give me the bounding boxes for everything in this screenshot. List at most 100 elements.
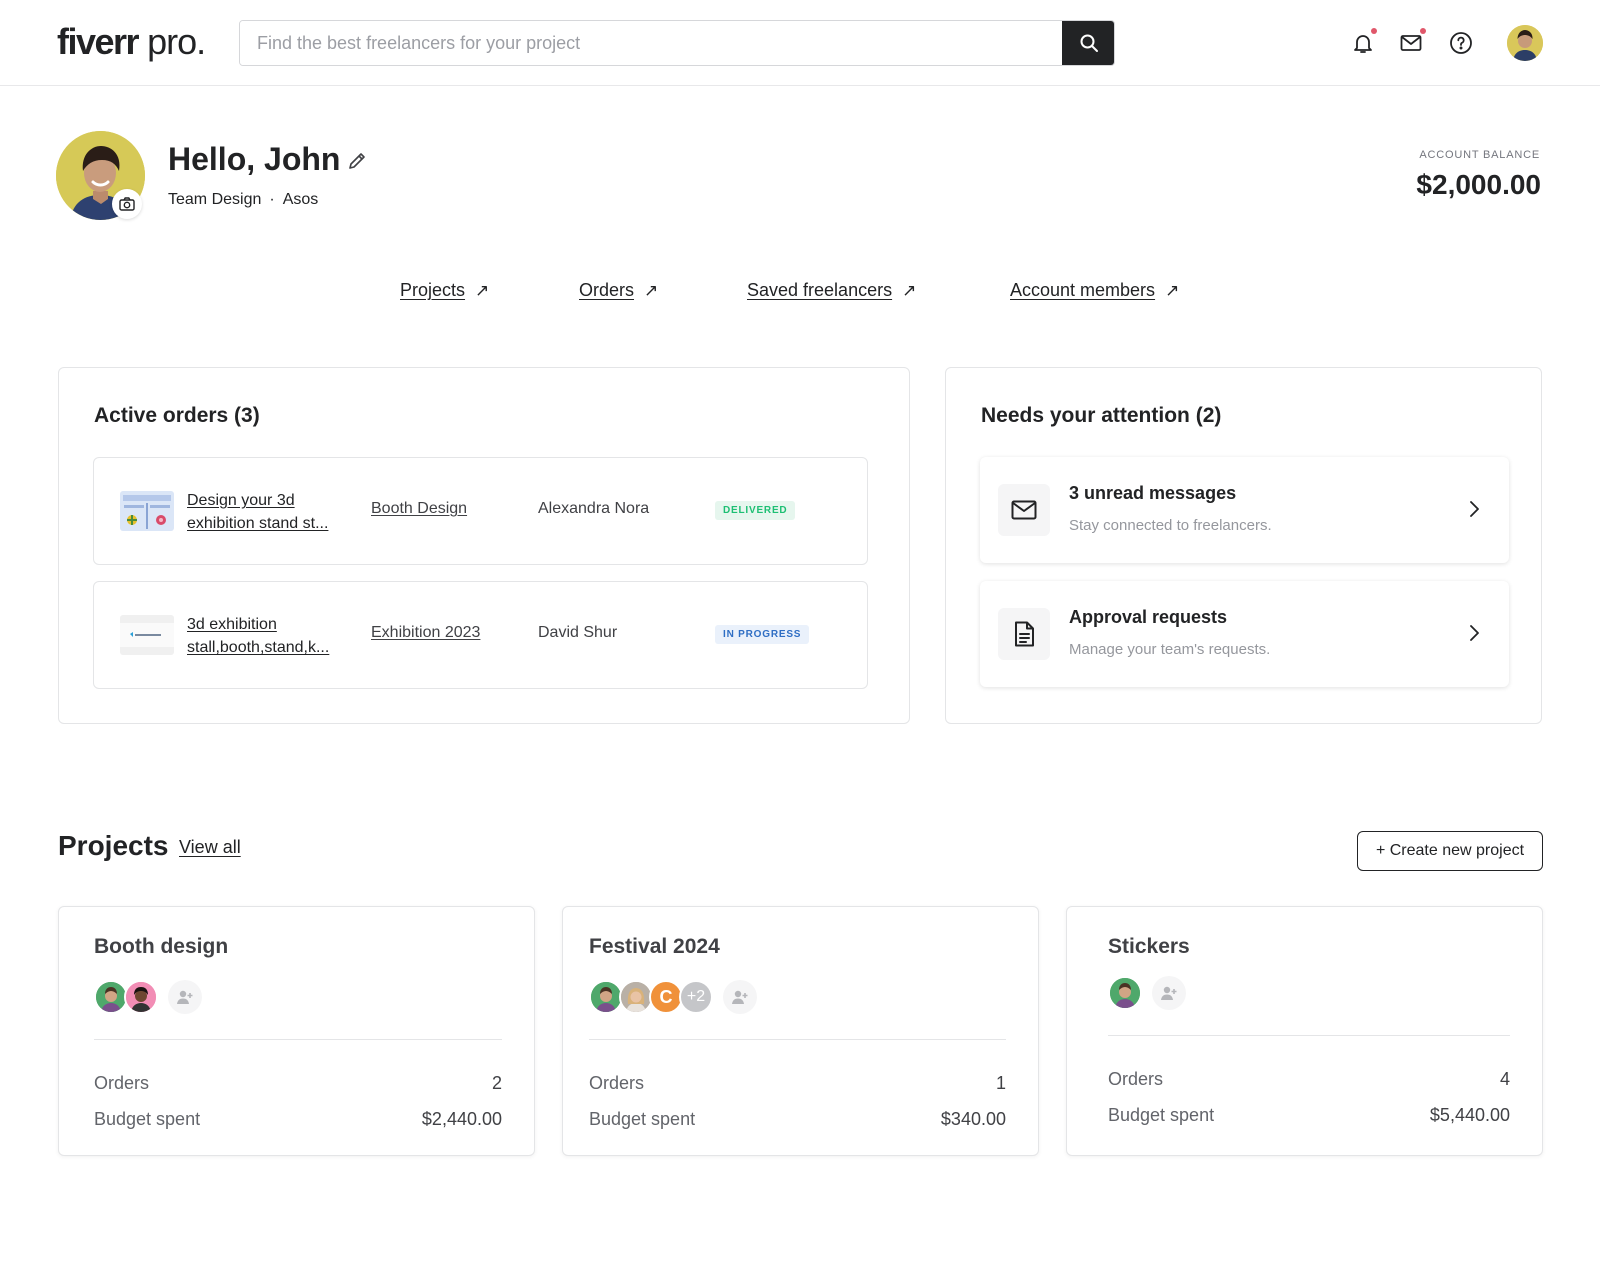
search-bar: [239, 20, 1115, 66]
envelope-icon: [1011, 500, 1037, 520]
greeting-title: Hello, John: [168, 141, 341, 177]
project-card-booth-design[interactable]: Booth design Orders 2 Budget spent $2,44…: [58, 906, 535, 1156]
unread-messages-item[interactable]: 3 unread messages Stay connected to free…: [980, 457, 1509, 563]
orders-label: Orders: [94, 1073, 150, 1093]
notifications-button[interactable]: [1349, 28, 1377, 57]
quick-links: Projects ↗ Orders ↗ Saved freelancers ↗ Acc…: [0, 280, 1600, 310]
project-name: Festival 2024: [589, 935, 720, 958]
user-avatar-menu[interactable]: [1507, 25, 1543, 61]
attention-icon-box: [998, 608, 1050, 660]
team-separator: ·: [269, 191, 275, 208]
project-members: C +2: [589, 979, 757, 1015]
logo-suffix: pro.: [138, 21, 206, 62]
attention-icon-box: [998, 484, 1050, 536]
status-badge: IN PROGRESS: [715, 625, 810, 644]
member-avatar: C: [649, 980, 683, 1014]
quick-link-label: Saved freelancers: [747, 280, 893, 300]
active-orders-card: Active orders (3) Design your 3d exhibit…: [58, 367, 910, 724]
project-card-stickers[interactable]: Stickers Orders 4 Budget spent $5,440.00: [1066, 906, 1543, 1156]
order-title-link[interactable]: 3d exhibition stall,booth,stand,k...: [187, 613, 347, 659]
order-seller: Alexandra Nora: [538, 500, 650, 517]
project-name: Stickers: [1108, 935, 1190, 958]
budget-value: $2,440.00: [421, 1109, 502, 1129]
attention-item-subtitle: Stay connected to freelancers.: [1069, 517, 1272, 534]
attention-item-title: Approval requests: [1069, 607, 1228, 627]
arrow-up-right-icon: ↗: [644, 281, 659, 300]
project-divider: [589, 1039, 1006, 1040]
search-icon: [1080, 34, 1098, 52]
project-divider: [94, 1039, 502, 1040]
add-user-icon: [177, 990, 193, 1004]
add-member-button[interactable]: [168, 980, 202, 1014]
camera-icon: [119, 197, 135, 211]
add-member-button[interactable]: [1152, 976, 1186, 1010]
arrow-up-right-icon: ↗: [475, 281, 490, 300]
help-icon: [1450, 32, 1472, 54]
messages-button[interactable]: [1397, 28, 1426, 57]
quick-link-label: Orders: [579, 280, 635, 300]
budget-label: Budget spent: [1108, 1105, 1215, 1125]
team-name: Team Design: [168, 191, 262, 208]
add-user-icon: [1161, 986, 1177, 1000]
view-all-projects-link[interactable]: View all: [179, 837, 241, 858]
order-thumbnail-image: [120, 615, 174, 655]
orders-count: 4: [1499, 1069, 1510, 1089]
user-photo: [1507, 25, 1543, 61]
project-card-festival-2024[interactable]: Festival 2024 C +2 Orders 1 Budget spent…: [562, 906, 1039, 1156]
quick-link-label: Projects: [400, 280, 466, 300]
message-dot: [1420, 28, 1426, 34]
top-navigation-bar: fiverr pro.: [0, 0, 1600, 86]
quick-link-account-members[interactable]: Account members ↗: [1010, 280, 1179, 301]
document-icon: [1015, 621, 1034, 647]
quick-link-projects[interactable]: Projects ↗: [400, 280, 489, 301]
attention-item-subtitle: Manage your team's requests.: [1069, 641, 1271, 658]
search-button[interactable]: [1062, 21, 1114, 65]
orders-count: 1: [995, 1073, 1006, 1093]
chevron-right-icon: [1470, 501, 1479, 517]
arrow-up-right-icon: ↗: [902, 281, 917, 300]
order-thumbnail: [120, 615, 174, 655]
member-avatar: [94, 980, 128, 1014]
needs-attention-title: Needs your attention (2): [981, 404, 1222, 427]
projects-heading: Projects: [58, 830, 169, 861]
pencil-icon[interactable]: [346, 150, 368, 172]
logo-main: fiverr: [57, 21, 140, 62]
project-members: [1108, 975, 1186, 1011]
order-row[interactable]: Design your 3d exhibition stand st... Bo…: [93, 457, 868, 565]
quick-link-orders[interactable]: Orders ↗: [579, 280, 658, 301]
team-info: Team Design · Asos: [168, 189, 318, 211]
help-button[interactable]: [1447, 29, 1475, 57]
add-member-button[interactable]: [723, 980, 757, 1014]
account-balance-label: ACCOUNT BALANCE: [1419, 149, 1540, 161]
envelope-icon: [1400, 35, 1422, 51]
status-badge: DELIVERED: [715, 501, 796, 520]
order-thumbnail: [120, 491, 174, 531]
member-avatar: [619, 980, 653, 1014]
order-project-link[interactable]: Booth Design: [371, 500, 467, 518]
order-project-link[interactable]: Exhibition 2023: [371, 624, 480, 642]
chevron-right-icon: [1470, 625, 1479, 641]
member-avatar: [124, 980, 158, 1014]
company-name: Asos: [282, 191, 319, 208]
more-members-label: +2: [686, 988, 706, 1005]
change-photo-button[interactable]: [112, 189, 142, 219]
approval-requests-item[interactable]: Approval requests Manage your team's req…: [980, 581, 1509, 687]
fiverr-pro-logo[interactable]: fiverr pro.: [57, 21, 206, 62]
member-initial: C: [659, 986, 673, 1007]
create-new-project-button[interactable]: + Create new project: [1357, 831, 1543, 871]
active-orders-title: Active orders (3): [94, 404, 260, 427]
budget-value: $340.00: [940, 1109, 1006, 1129]
project-members: [94, 979, 202, 1015]
member-avatar: [589, 980, 623, 1014]
order-thumbnail-image: [120, 491, 174, 531]
search-input[interactable]: [240, 21, 1062, 65]
bell-icon: [1354, 35, 1372, 53]
quick-link-saved-freelancers[interactable]: Saved freelancers ↗: [747, 280, 916, 301]
more-members-count: +2: [679, 980, 713, 1014]
budget-label: Budget spent: [589, 1109, 696, 1129]
order-title-link[interactable]: Design your 3d exhibition stand st...: [187, 489, 347, 535]
needs-attention-card: Needs your attention (2) 3 unread messag…: [945, 367, 1542, 724]
add-user-icon: [732, 990, 748, 1004]
order-seller: David Shur: [538, 624, 618, 641]
order-row[interactable]: 3d exhibition stall,booth,stand,k... Exh…: [93, 581, 868, 689]
